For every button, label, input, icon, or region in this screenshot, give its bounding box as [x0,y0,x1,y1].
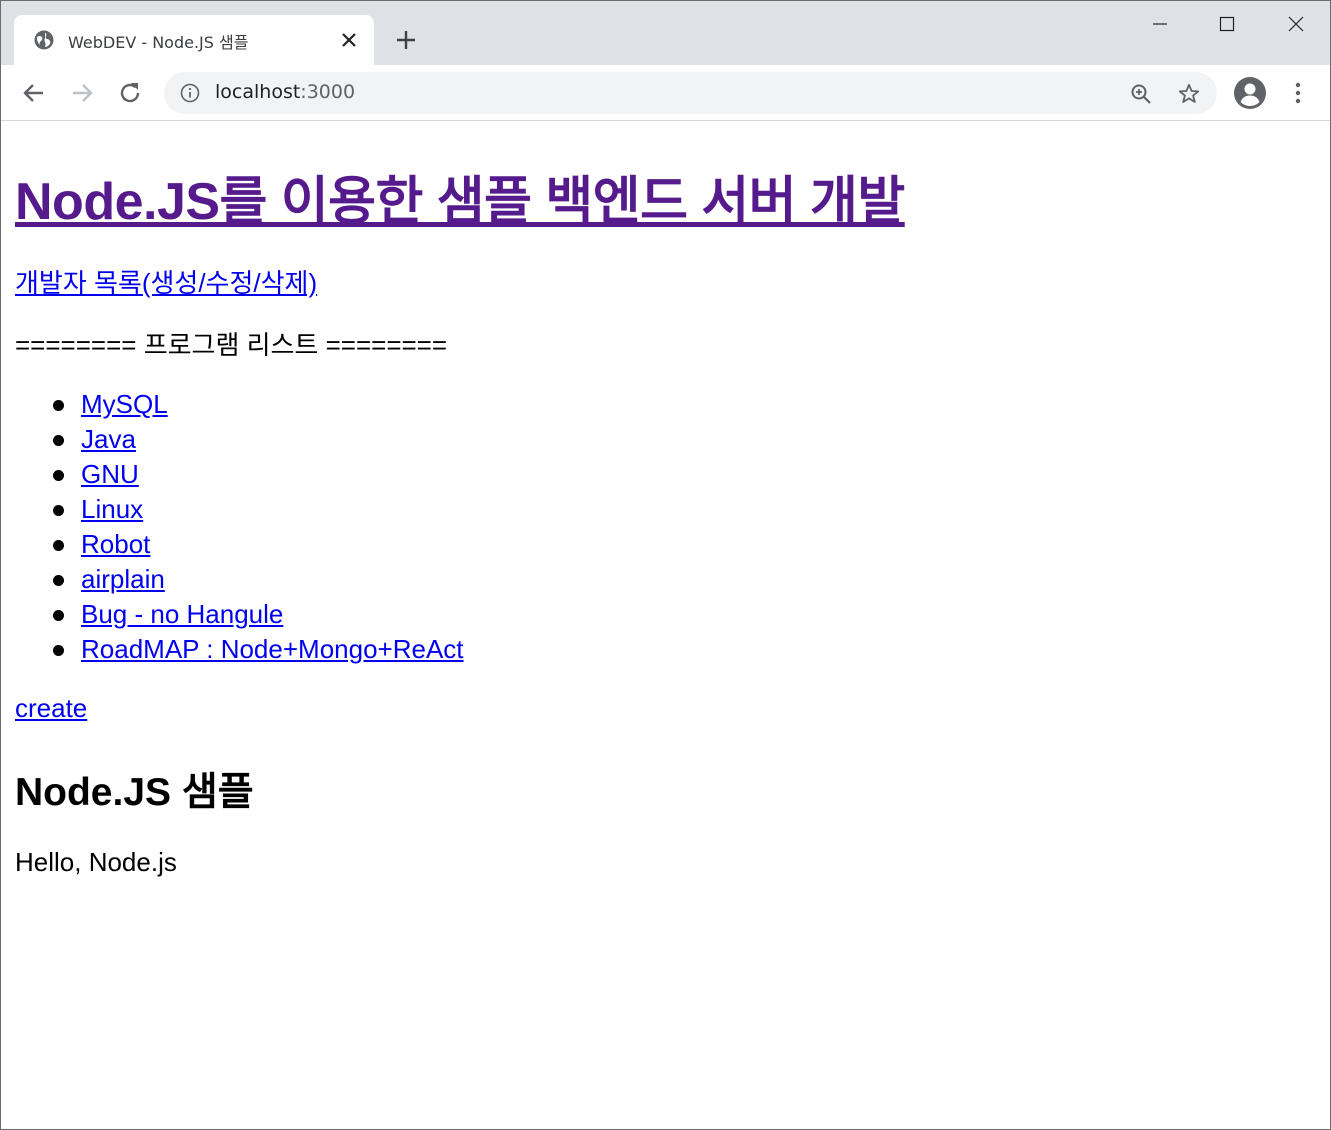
arrow-right-icon[interactable] [68,79,96,107]
program-list: MySQL Java GNU Linux Robot airplain Bug … [53,387,464,667]
program-link-airplain[interactable]: airplain [81,564,165,594]
globe-icon [34,30,54,50]
kebab-menu-icon[interactable] [1286,79,1310,107]
info-icon[interactable] [180,83,200,103]
close-window-button[interactable] [1263,1,1329,47]
section-title: Node.JS 샘플 [15,771,254,814]
minimize-icon [1153,23,1167,25]
program-link-linux[interactable]: Linux [81,494,143,524]
tab-title: WebDEV - Node.JS 샘플 [68,33,249,52]
list-item: Linux [53,492,464,527]
page-content: Node.JS를 이용한 샘플 백엔드 서버 개발 개발자 목록(생성/수정/삭… [1,121,1330,1129]
close-icon[interactable] [340,31,358,49]
maximize-icon [1219,16,1235,32]
list-item: GNU [53,457,464,492]
list-item: airplain [53,562,464,597]
address-bar[interactable]: localhost:3000 [164,72,1217,114]
plus-icon[interactable] [395,29,417,51]
reload-icon[interactable] [116,79,144,107]
program-link-java[interactable]: Java [81,424,136,454]
program-link-bug[interactable]: Bug - no Hangule [81,599,283,629]
program-list-banner: ======== 프로그램 리스트 ======== [15,330,448,360]
url-text[interactable]: localhost:3000 [215,81,355,103]
minimize-button[interactable] [1127,1,1193,47]
tab-strip: WebDEV - Node.JS 샘플 [1,1,1330,65]
url-port: :3000 [300,81,356,103]
browser-toolbar: localhost:3000 [1,65,1330,121]
program-link-robot[interactable]: Robot [81,529,150,559]
maximize-button[interactable] [1194,1,1260,47]
star-icon[interactable] [1177,82,1201,106]
account-icon[interactable] [1233,76,1267,110]
arrow-left-icon[interactable] [20,79,48,107]
zoom-in-icon[interactable] [1129,82,1153,106]
close-icon [1288,16,1304,32]
list-item: Java [53,422,464,457]
program-link-roadmap[interactable]: RoadMAP : Node+Mongo+ReAct [81,634,464,664]
program-link-gnu[interactable]: GNU [81,459,139,489]
list-item: Bug - no Hangule [53,597,464,632]
list-item: RoadMAP : Node+Mongo+ReAct [53,632,464,667]
browser-window: WebDEV - Node.JS 샘플 localhost:3000 Node.… [0,0,1331,1130]
body-text: Hello, Node.js [15,847,177,877]
developer-list-link[interactable]: 개발자 목록(생성/수정/삭제) [15,263,317,300]
browser-tab[interactable]: WebDEV - Node.JS 샘플 [14,15,374,65]
page-title-link[interactable]: Node.JS를 이용한 샘플 백엔드 서버 개발 [15,159,905,234]
create-link[interactable]: create [15,693,87,724]
program-link-mysql[interactable]: MySQL [81,389,168,419]
list-item: MySQL [53,387,464,422]
url-host: localhost [215,81,301,103]
list-item: Robot [53,527,464,562]
